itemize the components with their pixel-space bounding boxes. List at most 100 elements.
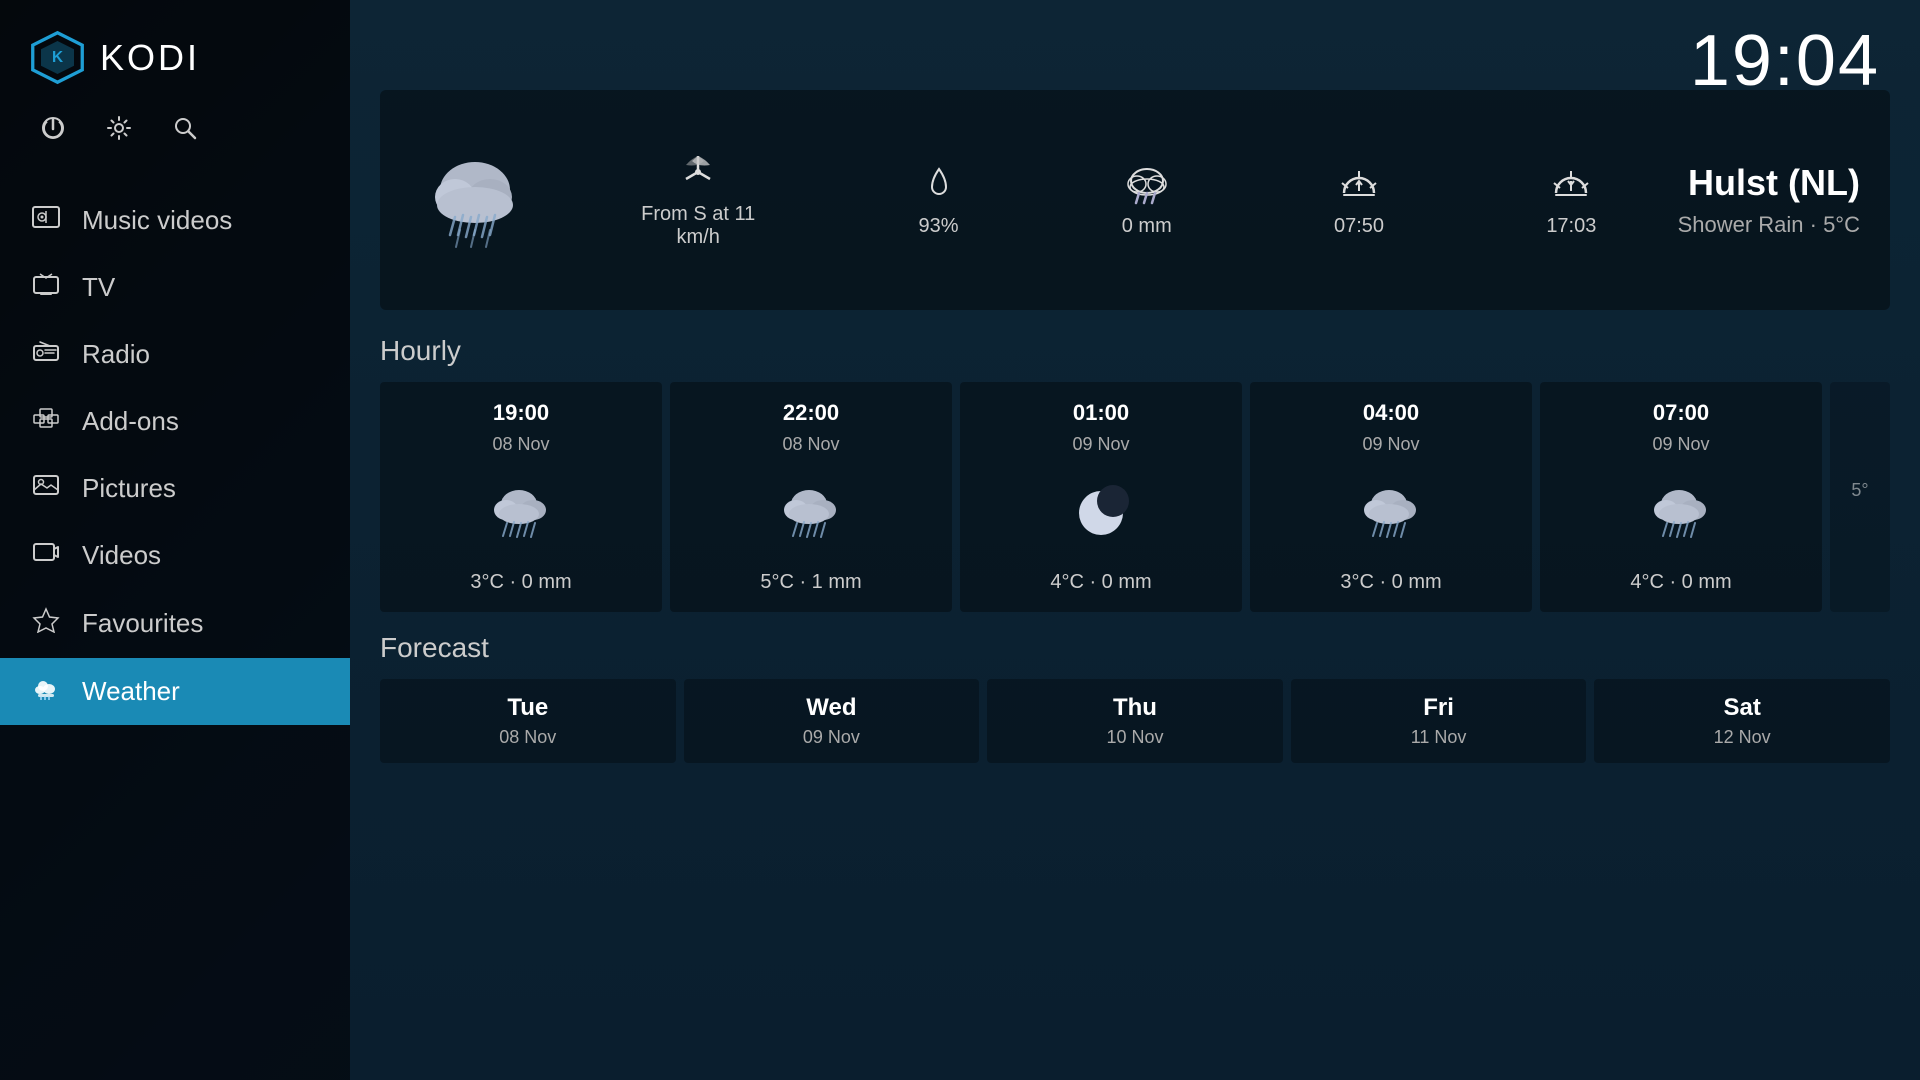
tv-icon — [30, 273, 62, 302]
hourly-date-0: 08 Nov — [492, 434, 549, 455]
hourly-date-3: 09 Nov — [1362, 434, 1419, 455]
forecast-container: Tue 08 Nov Wed 09 Nov Thu 10 Nov Fri 11 … — [380, 679, 1890, 763]
hourly-temp-0: 3°C · 0 mm — [470, 571, 571, 594]
forecast-date-2: 10 Nov — [1106, 727, 1163, 748]
clock-display: 19:04 — [1690, 20, 1880, 102]
hourly-card-4: 07:00 09 Nov 4°C · 0 mm — [1540, 382, 1822, 612]
sidebar: K KODI — [0, 0, 350, 1080]
hourly-card-3: 04:00 09 Nov 3°C · 0 mm — [1250, 382, 1532, 612]
hourly-card-5: 5° — [1830, 382, 1890, 612]
favourites-icon — [30, 607, 62, 640]
wind-icon — [677, 151, 719, 193]
pictures-icon — [30, 474, 62, 503]
forecast-section-label: Forecast — [380, 632, 1890, 664]
sidebar-item-tv[interactable]: TV — [0, 254, 350, 321]
favourites-label: Favourites — [82, 608, 203, 639]
current-weather-card: From S at 11 km/h 93% — [380, 90, 1890, 310]
forecast-card-3: Fri 11 Nov — [1291, 679, 1587, 763]
sidebar-item-addons[interactable]: Add-ons — [0, 388, 350, 455]
hourly-date-2: 09 Nov — [1072, 434, 1129, 455]
hourly-section-label: Hourly — [380, 335, 1890, 367]
addons-icon — [30, 407, 62, 436]
forecast-day-3: Fri — [1423, 694, 1454, 722]
pictures-label: Pictures — [82, 473, 176, 504]
hourly-icon-4 — [1641, 473, 1721, 553]
hourly-time-3: 04:00 — [1363, 400, 1419, 426]
videos-icon — [30, 541, 62, 570]
precipitation-stat: 0 mm — [1122, 163, 1172, 238]
wind-stat: From S at 11 km/h — [641, 151, 755, 249]
forecast-date-0: 08 Nov — [499, 727, 556, 748]
forecast-date-1: 09 Nov — [803, 727, 860, 748]
wind-value: From S at 11 km/h — [641, 203, 755, 249]
radio-icon — [30, 340, 62, 369]
top-icons-bar — [0, 105, 350, 177]
hourly-icon-1 — [771, 473, 851, 553]
sunrise-stat: 07:50 — [1334, 163, 1384, 238]
sunset-value: 17:03 — [1546, 215, 1596, 238]
forecast-card-1: Wed 09 Nov — [684, 679, 980, 763]
hourly-date-4: 09 Nov — [1652, 434, 1709, 455]
hourly-temp-4: 4°C · 0 mm — [1630, 571, 1731, 594]
hourly-temp-1: 5°C · 1 mm — [760, 571, 861, 594]
hourly-temp-3: 3°C · 0 mm — [1340, 571, 1441, 594]
sidebar-item-favourites[interactable]: Favourites — [0, 589, 350, 658]
hourly-icon-2 — [1061, 473, 1141, 553]
nav-menu: Music videos TV — [0, 187, 350, 1080]
hourly-time-4: 07:00 — [1653, 400, 1709, 426]
weather-icon — [30, 676, 62, 707]
humidity-icon — [918, 163, 960, 205]
location-name: Hulst (NL) — [1678, 162, 1860, 204]
hourly-time-2: 01:00 — [1073, 400, 1129, 426]
forecast-day-2: Thu — [1113, 694, 1157, 722]
forecast-day-0: Tue — [507, 694, 548, 722]
sunset-stat: 17:03 — [1546, 163, 1596, 238]
hourly-icon-0 — [481, 473, 561, 553]
precipitation-value: 0 mm — [1122, 215, 1172, 238]
sidebar-item-music-videos[interactable]: Music videos — [0, 187, 350, 254]
location-info: Hulst (NL) Shower Rain · 5°C — [1678, 162, 1860, 238]
tv-label: TV — [82, 272, 115, 303]
sidebar-item-videos[interactable]: Videos — [0, 522, 350, 589]
hourly-partial: 5° — [1851, 480, 1868, 501]
svg-text:K: K — [52, 49, 63, 66]
app-title: KODI — [100, 37, 200, 79]
forecast-date-3: 11 Nov — [1411, 727, 1467, 748]
logo-area: K KODI — [0, 0, 350, 105]
hourly-time-0: 19:00 — [493, 400, 549, 426]
precipitation-icon — [1122, 163, 1172, 205]
weather-label: Weather — [82, 676, 180, 707]
forecast-card-4: Sat 12 Nov — [1594, 679, 1890, 763]
hourly-icon-3 — [1351, 473, 1431, 553]
sidebar-item-radio[interactable]: Radio — [0, 321, 350, 388]
forecast-card-2: Thu 10 Nov — [987, 679, 1283, 763]
weather-stats: From S at 11 km/h 93% — [560, 151, 1678, 249]
music-videos-label: Music videos — [82, 205, 232, 236]
hourly-card-1: 22:00 08 Nov 5°C · 1 mm — [670, 382, 952, 612]
current-weather-icon — [410, 135, 540, 265]
forecast-card-0: Tue 08 Nov — [380, 679, 676, 763]
addons-label: Add-ons — [82, 406, 179, 437]
sidebar-item-weather[interactable]: Weather — [0, 658, 350, 725]
sunrise-icon — [1334, 163, 1384, 205]
hourly-temp-2: 4°C · 0 mm — [1050, 571, 1151, 594]
sunrise-value: 07:50 — [1334, 215, 1384, 238]
hourly-time-1: 22:00 — [783, 400, 839, 426]
hourly-container: 19:00 08 Nov 3°C · 0 mm 22:00 — [380, 382, 1890, 612]
sidebar-item-pictures[interactable]: Pictures — [0, 455, 350, 522]
forecast-date-4: 12 Nov — [1714, 727, 1771, 748]
hourly-card-0: 19:00 08 Nov 3°C · 0 mm — [380, 382, 662, 612]
power-button[interactable] — [40, 115, 66, 147]
hourly-card-2: 01:00 09 Nov 4°C · 0 mm — [960, 382, 1242, 612]
humidity-stat: 93% — [918, 163, 960, 238]
music-videos-icon — [30, 206, 62, 235]
radio-label: Radio — [82, 339, 150, 370]
kodi-logo-icon: K — [30, 30, 85, 85]
main-content: 19:04 — [350, 0, 1920, 1080]
settings-button[interactable] — [106, 115, 132, 147]
forecast-day-4: Sat — [1723, 694, 1760, 722]
humidity-value: 93% — [918, 215, 958, 238]
location-description: Shower Rain · 5°C — [1678, 212, 1860, 238]
hourly-date-1: 08 Nov — [782, 434, 839, 455]
search-button[interactable] — [172, 115, 198, 147]
